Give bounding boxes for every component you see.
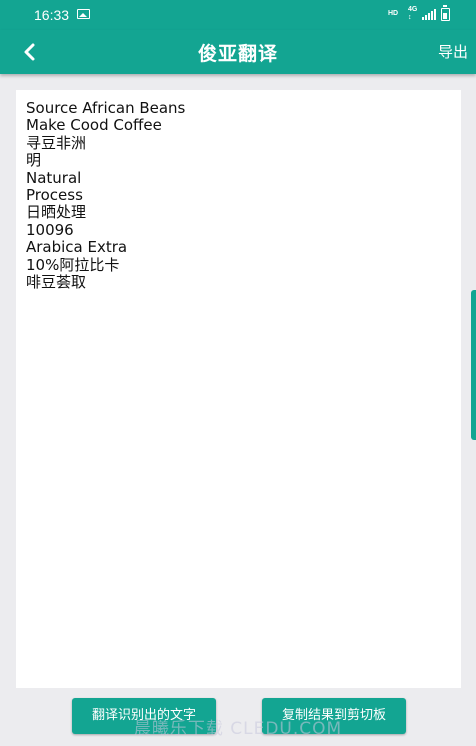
ocr-line: Natural: [26, 168, 82, 187]
page-title: 俊亚翻译: [197, 43, 278, 65]
signal-strength-icon: [422, 9, 436, 20]
network-arrows: ↕: [408, 14, 412, 21]
ocr-line: 寻豆非洲: [26, 133, 87, 152]
status-bar: 16:33 HD 4G ↕: [0, 0, 476, 30]
image-notification-icon: [77, 9, 90, 19]
scrollbar-handle[interactable]: [471, 290, 476, 440]
ocr-line: 明: [26, 151, 42, 170]
ocr-line: 啡豆荟取: [26, 273, 87, 292]
ocr-line: Source African Beans: [26, 99, 186, 117]
ocr-line: 10096: [26, 220, 74, 239]
ocr-line: Make Cood Coffee: [26, 116, 162, 135]
ocr-line: Arabica Extra: [26, 238, 128, 257]
ocr-line: Process: [26, 186, 83, 205]
network-4g-label: 4G: [408, 6, 418, 13]
network-4g-indicator: 4G ↕: [408, 6, 417, 22]
ocr-line: 日晒处理: [26, 203, 87, 222]
hd-indicator: HD: [388, 10, 399, 17]
export-button[interactable]: 导出: [438, 41, 468, 62]
status-time: 16:33: [34, 7, 70, 23]
translate-text-button[interactable]: 翻译识别出的文字: [72, 698, 216, 734]
app-bar: 俊亚翻译 导出: [0, 30, 476, 74]
copy-to-clipboard-button[interactable]: 复制结果到剪切板: [262, 698, 406, 734]
battery-icon: [441, 5, 450, 21]
ocr-result-panel[interactable]: Source African Beans Make Cood Coffee 寻豆…: [16, 90, 461, 688]
ocr-result-text[interactable]: Source African Beans Make Cood Coffee 寻豆…: [26, 99, 451, 292]
ocr-line: 10%阿拉比卡: [26, 255, 120, 274]
